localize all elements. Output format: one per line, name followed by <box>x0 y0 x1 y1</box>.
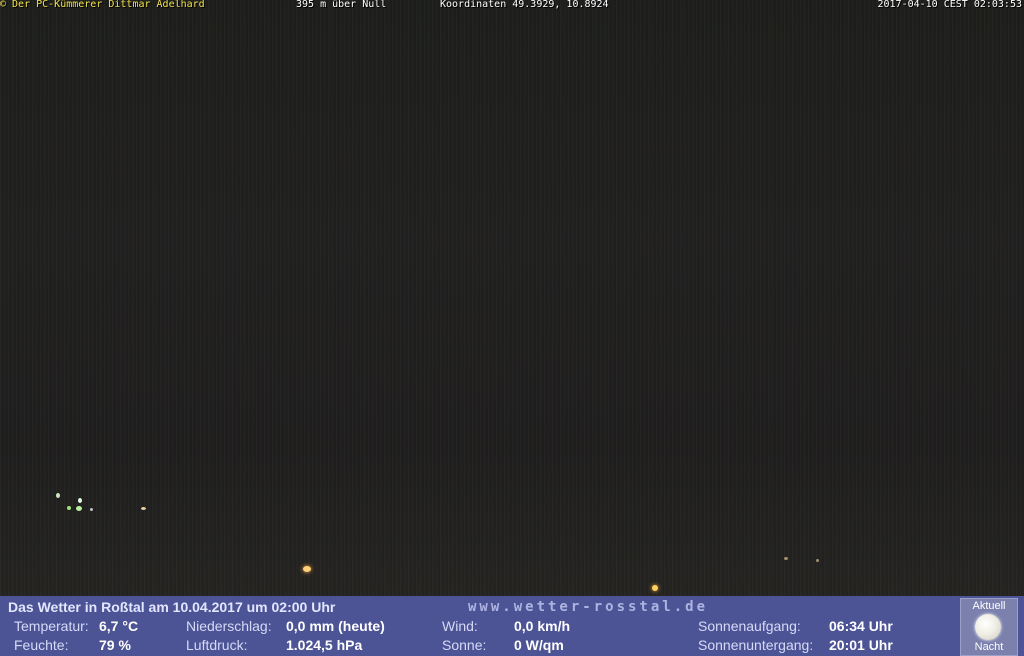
light-point <box>816 559 819 562</box>
coordinates-text: Koordinaten 49.3929, 10.8924 <box>440 0 609 10</box>
altitude-text: 395 m über Null <box>296 0 387 10</box>
pressure-value: 1.024,5 hPa <box>286 637 363 653</box>
weather-headline: Das Wetter in Roßtal am 10.04.2017 um 02… <box>8 599 336 615</box>
sunrise-label: Sonnenaufgang: <box>698 618 801 634</box>
moon-top-label: Aktuell <box>972 600 1006 612</box>
sunrise-value: 06:34 Uhr <box>829 618 893 634</box>
wind-value: 0,0 km/h <box>514 618 571 634</box>
sunset-value: 20:01 Uhr <box>829 637 893 653</box>
temperature-label: Temperatur: <box>14 618 89 634</box>
copyright-text: © Der PC-Kümmerer Dittmar Adelhard <box>0 0 205 10</box>
moon-bottom-label: Nacht <box>974 641 1004 653</box>
light-point <box>784 557 788 560</box>
timestamp-text: 2017-04-10 CEST 02:03:53 <box>877 0 1023 10</box>
camera-overlay-bar: © Der PC-Kümmerer Dittmar Adelhard 395 m… <box>0 0 1024 11</box>
light-point <box>56 493 60 498</box>
light-point <box>76 506 82 511</box>
light-point <box>78 498 82 503</box>
pressure-label: Luftdruck: <box>186 637 248 653</box>
light-point <box>141 507 146 510</box>
humidity-label: Feuchte: <box>14 637 69 653</box>
weather-info-bar: Das Wetter in Roßtal am 10.04.2017 um 02… <box>0 596 1024 656</box>
light-point <box>303 566 311 572</box>
full-moon-icon <box>975 614 1001 640</box>
light-point <box>652 585 658 591</box>
precipitation-label: Niederschlag: <box>186 618 272 634</box>
light-point <box>90 508 93 511</box>
sunset-label: Sonnenuntergang: <box>698 637 814 653</box>
temperature-value: 6,7 °C <box>99 618 139 634</box>
image-noise-overlay <box>0 0 1024 596</box>
humidity-value: 79 % <box>99 637 131 653</box>
website-text: www.wetter-rosstal.de <box>468 599 709 615</box>
sun-value: 0 W/qm <box>514 637 564 653</box>
wind-label: Wind: <box>442 618 478 634</box>
light-point <box>67 506 71 510</box>
precipitation-value: 0,0 mm (heute) <box>286 618 385 634</box>
moon-phase-panel: Aktuell Nacht <box>960 598 1018 656</box>
sun-label: Sonne: <box>442 637 487 653</box>
